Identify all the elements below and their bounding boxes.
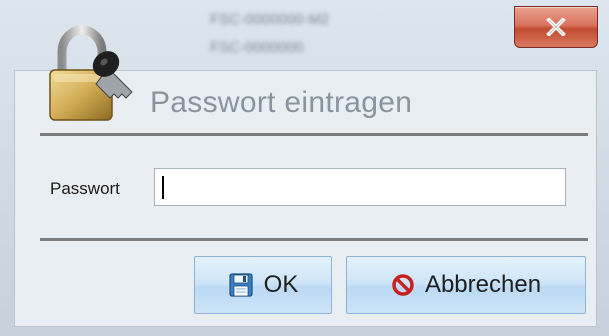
floppy-disk-icon <box>229 273 253 297</box>
ok-button[interactable]: OK <box>194 256 332 314</box>
cancel-button[interactable]: Abbrechen <box>346 256 586 314</box>
blurred-window-title: FSC-0000000-M2 FSC-0000000 <box>210 6 460 64</box>
no-entry-icon <box>392 274 414 296</box>
close-icon <box>546 18 566 36</box>
cancel-button-label: Abbrechen <box>424 271 542 298</box>
password-label: Passwort <box>50 179 120 198</box>
footer-separator <box>40 238 588 241</box>
dialog-title: Passwort eintragen <box>150 86 413 119</box>
blurred-title-line-1: FSC-0000000-M2 <box>210 11 330 28</box>
password-input[interactable] <box>154 168 566 206</box>
blurred-title-line-2: FSC-0000000 <box>210 39 304 56</box>
window-frame: FSC-0000000-M2 FSC-0000000 Passwort eint… <box>0 0 609 336</box>
ok-button-label: OK <box>263 271 299 298</box>
lock-with-key-icon <box>49 25 133 121</box>
text-caret <box>162 176 164 199</box>
close-button[interactable] <box>514 6 598 48</box>
header-separator <box>40 133 588 136</box>
